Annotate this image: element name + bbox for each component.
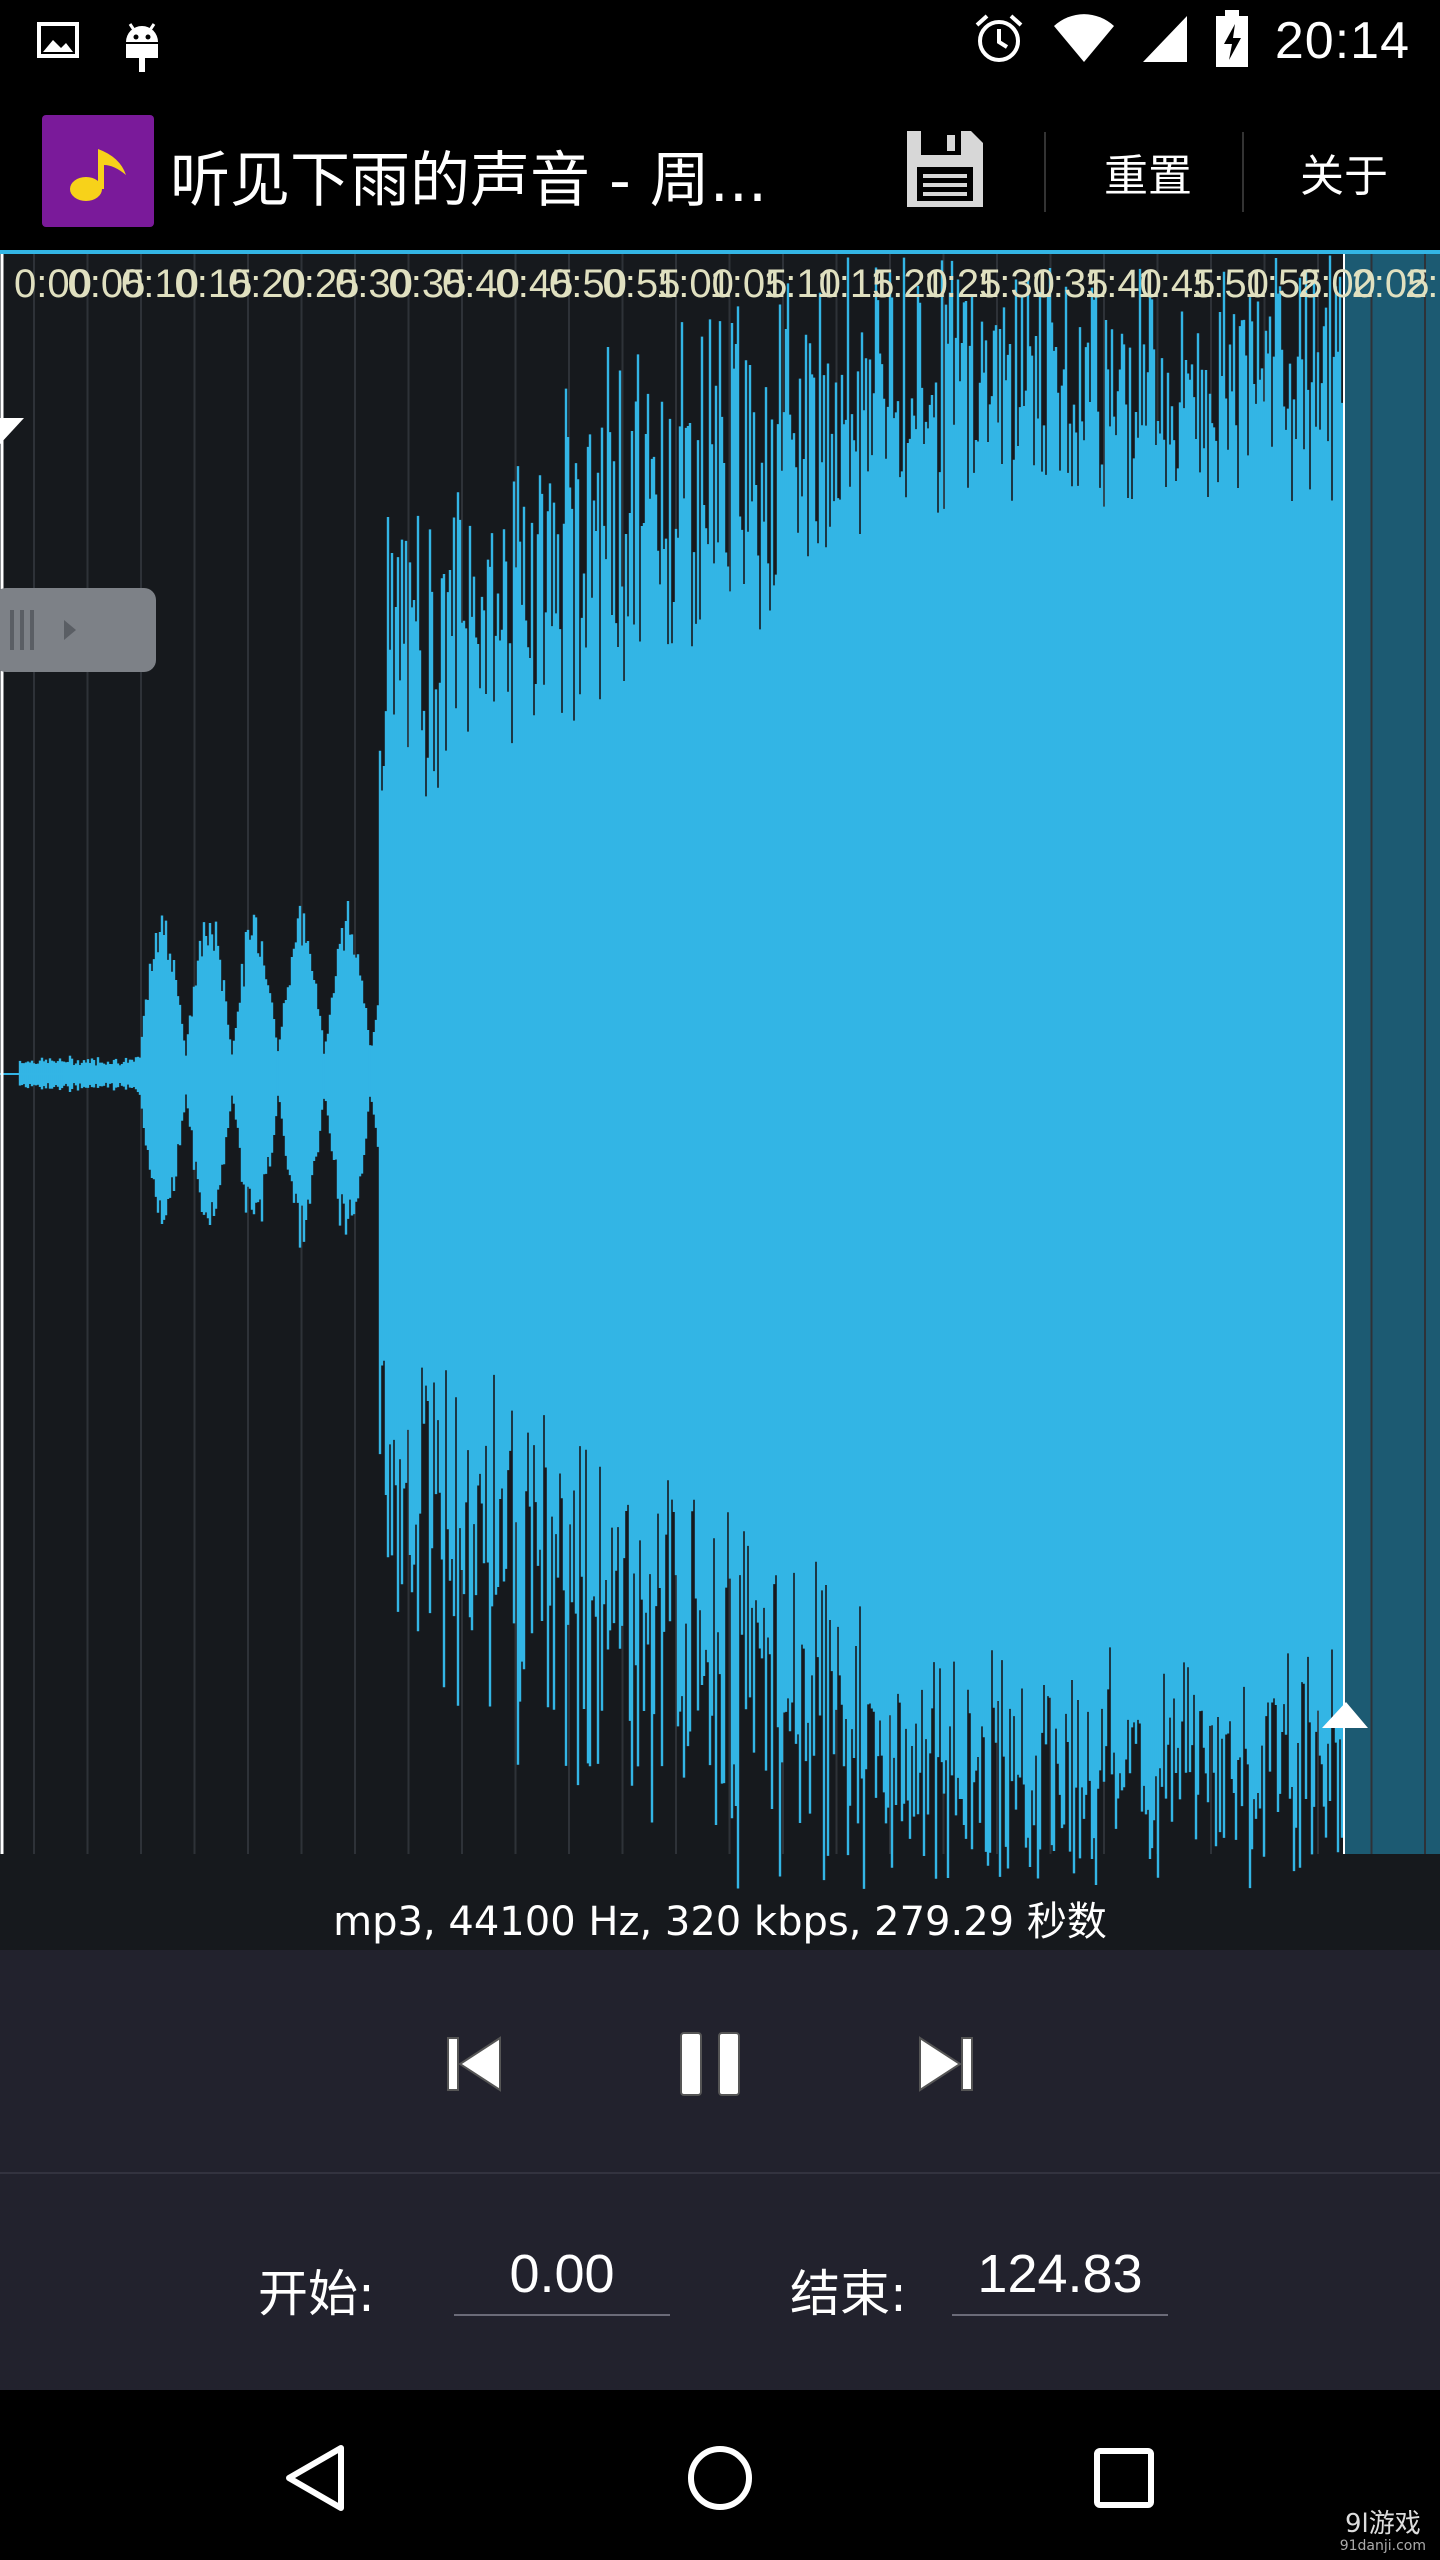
recents-icon (1092, 2446, 1156, 2514)
skip-previous-button[interactable] (434, 2026, 514, 2106)
end-label: 结束: (790, 2265, 907, 2323)
back-button[interactable] (266, 2430, 366, 2530)
time-ruler: 0:00 0:05 0:10 0:15 0:20 0:25 0:30 0:35 0:40 0:45… (0, 254, 1440, 314)
pause-icon (675, 2029, 745, 2103)
signal-icon (1141, 14, 1189, 68)
watermark-logo: 9l游戏 91danji.com (1339, 2509, 1426, 2554)
save-icon (903, 127, 987, 215)
back-icon (281, 2442, 351, 2518)
alarm-icon (971, 11, 1027, 71)
divider (1242, 132, 1244, 212)
navigation-bar: 9l游戏 91danji.com (0, 2390, 1440, 2560)
selection-range-panel: 开始: 结束: (0, 2174, 1440, 2390)
about-button[interactable]: 关于 (1300, 140, 1388, 204)
waveform-view[interactable]: 0:00 0:05 0:10 0:15 0:20 0:25 0:30 0:35 0:40 0:45… (0, 254, 1440, 1894)
song-title: 听见下雨的声音 - 周... (170, 146, 768, 216)
end-time-input[interactable] (952, 2234, 1168, 2316)
save-button[interactable] (880, 106, 1010, 236)
home-button[interactable] (670, 2430, 770, 2530)
skip-previous-icon (442, 2032, 506, 2100)
home-icon (684, 2442, 756, 2518)
divider (1044, 132, 1046, 212)
battery-charging-icon (1215, 10, 1249, 72)
audio-info-text: mp3, 44100 Hz, 320 kbps, 279.29 秒数 (333, 1899, 1107, 1945)
recents-button[interactable] (1074, 2430, 1174, 2530)
action-bar: 听见下雨的声音 - 周... 重置 关于 (0, 88, 1440, 254)
skip-next-button[interactable] (906, 2026, 986, 2106)
wifi-icon (1053, 14, 1115, 68)
reset-button[interactable]: 重置 (1104, 140, 1192, 204)
skip-next-icon (914, 2032, 978, 2100)
waveform-graph[interactable] (0, 254, 1440, 1894)
android-debug-icon (120, 18, 164, 78)
status-bar: 20:14 (0, 0, 1440, 88)
time-tick-label: 2:10 (1405, 262, 1440, 306)
start-time-input[interactable] (454, 2234, 670, 2316)
music-note-icon[interactable] (42, 115, 154, 227)
playback-controls (0, 1950, 1440, 2174)
start-marker-pointer (0, 418, 24, 444)
clock: 20:14 (1274, 12, 1410, 70)
waveform-peaks (18, 255, 1344, 1889)
image-icon (36, 18, 80, 78)
start-label: 开始: (258, 2265, 375, 2323)
start-marker-handle[interactable] (0, 588, 156, 672)
audio-info-bar: mp3, 44100 Hz, 320 kbps, 279.29 秒数 (0, 1894, 1440, 1950)
pause-button[interactable] (670, 2026, 750, 2106)
